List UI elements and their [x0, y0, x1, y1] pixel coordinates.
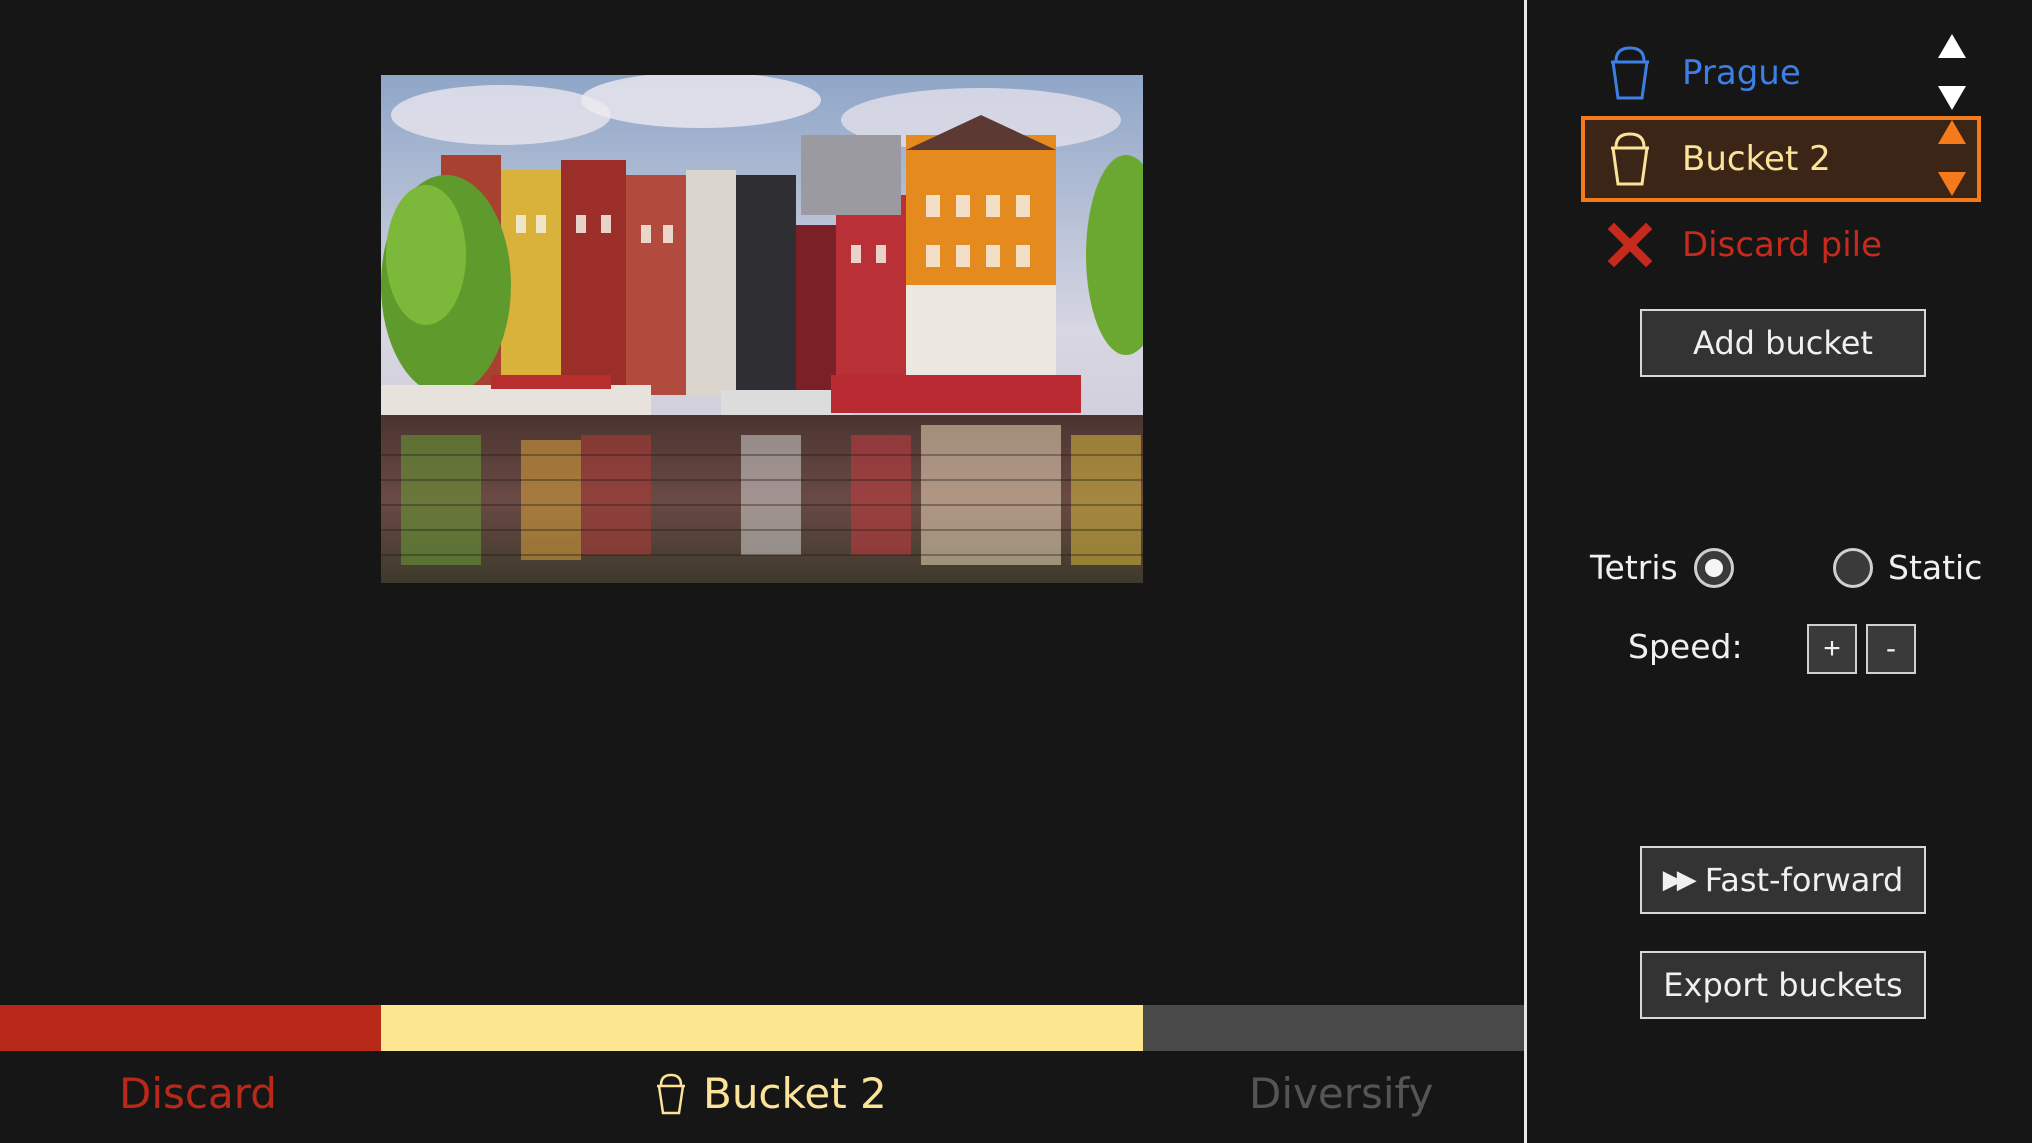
reorder-arrows	[1937, 120, 1967, 196]
bucket-icon	[1606, 131, 1654, 187]
fast-forward-icon: ▶▶	[1662, 865, 1697, 895]
move-up-arrow-icon[interactable]	[1938, 34, 1966, 58]
x-icon	[1606, 217, 1654, 273]
fast-forward-button[interactable]: ▶▶ Fast-forward	[1640, 846, 1926, 914]
discard-zone[interactable]	[0, 1005, 381, 1051]
bucket-icon	[1606, 45, 1654, 101]
reorder-arrows	[1937, 34, 1967, 110]
mode-static-radio[interactable]	[1833, 548, 1873, 588]
current-photo	[381, 75, 1143, 583]
bucket-name: Bucket 2	[1682, 139, 1831, 179]
diversify-zone-label-text: Diversify	[1249, 1069, 1434, 1118]
speed-label: Speed:	[1628, 627, 1743, 666]
move-down-arrow-icon[interactable]	[1938, 172, 1966, 196]
fast-forward-label: Fast-forward	[1704, 861, 1904, 899]
diversify-zone[interactable]	[1143, 1005, 1524, 1051]
mode-tetris-radio[interactable]	[1694, 548, 1734, 588]
main-view: Discard Bucket 2 Diversify	[0, 0, 1524, 1143]
bucket-item-bucket-2[interactable]: Bucket 2	[1581, 116, 1981, 202]
bucket-item-prague[interactable]: Prague	[1581, 30, 1981, 116]
mode-tetris-label: Tetris	[1590, 548, 1678, 587]
move-up-arrow-icon[interactable]	[1938, 120, 1966, 144]
export-buckets-button[interactable]: Export buckets	[1640, 951, 1926, 1019]
move-down-arrow-icon[interactable]	[1938, 86, 1966, 110]
bucket-zone-label: Bucket 2	[655, 1065, 887, 1123]
add-bucket-button[interactable]: Add bucket	[1640, 309, 1926, 377]
bucket-zone[interactable]	[381, 1005, 1143, 1051]
discard-zone-label: Discard	[119, 1065, 277, 1123]
discard-zone-label-text: Discard	[119, 1069, 277, 1118]
mode-static-label: Static	[1888, 548, 1983, 587]
diversify-zone-label: Diversify	[1249, 1065, 1433, 1123]
discard-pile-name: Discard pile	[1682, 225, 1883, 265]
discard-pile-item[interactable]: Discard pile	[1581, 202, 1981, 288]
bucket-icon	[657, 1073, 685, 1115]
drop-zone-bar	[0, 1005, 1524, 1051]
speed-decrease-button[interactable]: -	[1866, 624, 1916, 674]
bucket-zone-label-text: Bucket 2	[703, 1069, 887, 1118]
speed-increase-button[interactable]: +	[1807, 624, 1857, 674]
